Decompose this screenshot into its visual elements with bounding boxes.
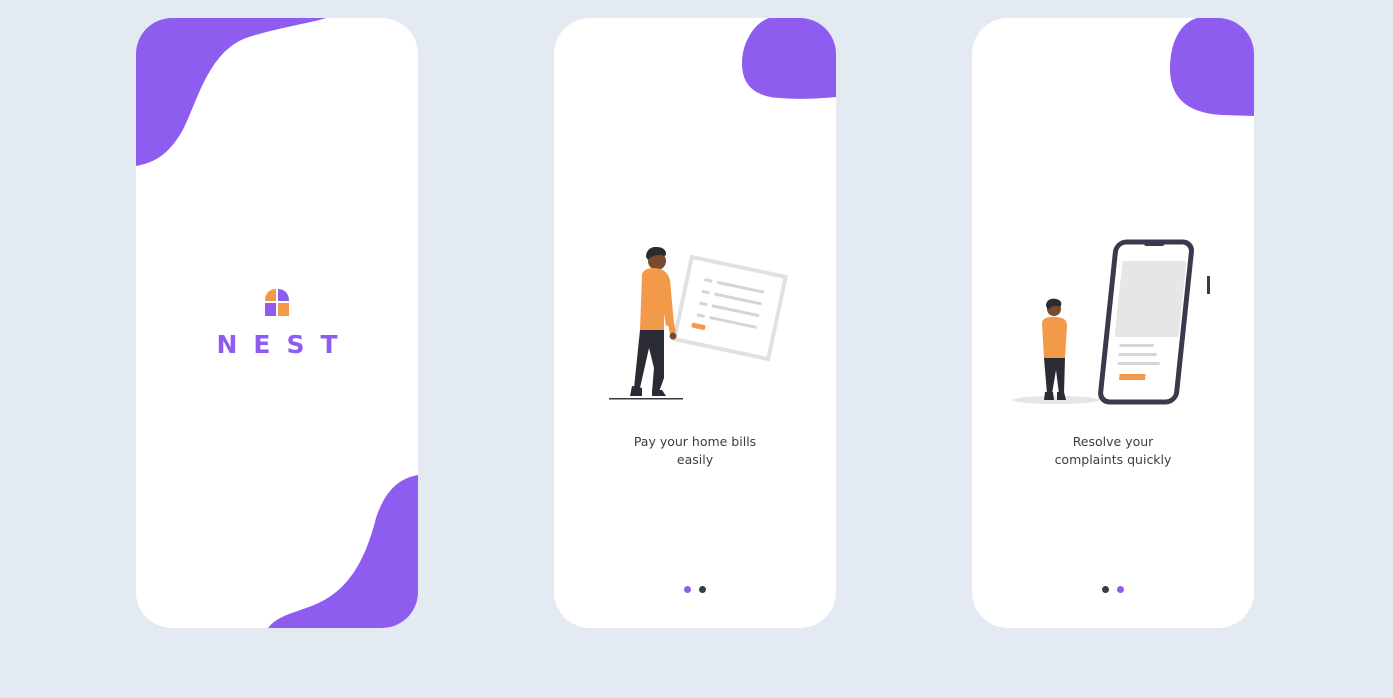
onboarding-screen-complaints: Resolve your complaints quickly	[972, 18, 1254, 628]
house-window-icon	[265, 289, 289, 316]
caption-line-2: easily	[676, 452, 714, 467]
onboarding-caption: Pay your home bills easily	[554, 433, 836, 469]
person-with-phone-icon	[1012, 239, 1210, 405]
page-dot-2[interactable]	[699, 586, 706, 593]
onboarding-caption: Resolve your complaints quickly	[972, 433, 1254, 469]
caption-line-2: complaints quickly	[1054, 452, 1172, 467]
caption-line-1: Pay your home bills	[633, 434, 757, 449]
onboarding-screen-bills: Pay your home bills easily	[554, 18, 836, 628]
splash-logo: NEST	[136, 288, 418, 359]
page-indicator	[554, 586, 836, 593]
page-dot-2[interactable]	[1117, 586, 1124, 593]
page-dot-1[interactable]	[1102, 586, 1109, 593]
page-dot-1[interactable]	[684, 586, 691, 593]
page-indicator	[972, 586, 1254, 593]
splash-screen: NEST	[136, 18, 418, 628]
person-with-bill-icon	[609, 246, 789, 400]
caption-line-1: Resolve your	[1072, 434, 1154, 449]
brand-name: NEST	[216, 330, 354, 359]
